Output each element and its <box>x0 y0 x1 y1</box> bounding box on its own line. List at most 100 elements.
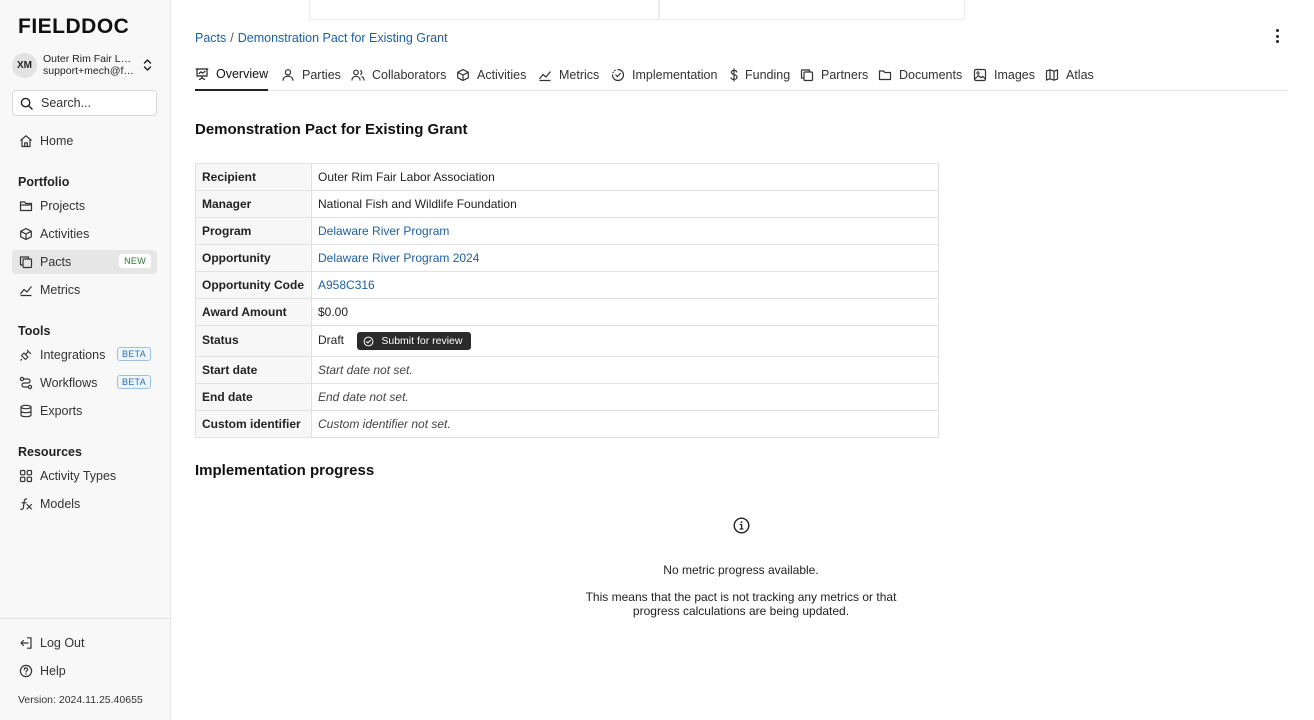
tab-metrics[interactable]: Metrics <box>538 58 599 91</box>
sidebar: FIELDDOC XM Outer Rim Fair Labor Associa… <box>0 0 171 720</box>
sidebar-item-pacts[interactable]: Pacts NEW <box>12 250 157 274</box>
org-avatar: XM <box>12 52 37 78</box>
check-circle-icon <box>363 336 374 347</box>
sidebar-item-label: Pacts <box>40 255 72 269</box>
row-label: Award Amount <box>195 298 312 326</box>
table-row: Award Amount $0.00 <box>195 298 939 326</box>
tab-funding[interactable]: Funding <box>727 58 790 91</box>
tab-collaborators[interactable]: Collaborators <box>351 58 446 91</box>
cube-icon <box>19 227 33 241</box>
pact-details-table: Recipient Outer Rim Fair Labor Associati… <box>195 163 939 438</box>
beta-badge: BETA <box>116 347 151 361</box>
sidebar-item-label: Workflows <box>40 376 98 390</box>
manager-value: National Fish and Wildlife Foundation <box>311 190 939 218</box>
dollar-icon <box>727 67 741 82</box>
row-label: Opportunity Code <box>195 271 312 299</box>
sidebar-item-activity-types[interactable]: Activity Types <box>12 464 157 488</box>
search-input[interactable]: Search... <box>12 90 157 116</box>
help-button[interactable]: Help <box>12 659 157 683</box>
submit-for-review-label: Submit for review <box>381 335 463 347</box>
row-label: Start date <box>195 356 312 384</box>
opportunity-code-link[interactable]: A958C316 <box>318 278 375 292</box>
sidebar-item-integrations[interactable]: Integrations BETA <box>12 343 157 367</box>
tab-implementation[interactable]: Implementation <box>611 58 717 91</box>
app-logo[interactable]: FIELDDOC <box>18 15 129 39</box>
sidebar-item-exports[interactable]: Exports <box>12 399 157 423</box>
tab-overview[interactable]: Overview <box>195 58 269 91</box>
section-title-tools: Tools <box>18 324 51 338</box>
function-icon <box>19 497 33 511</box>
breadcrumb-current-link[interactable]: Demonstration Pact for Existing Grant <box>238 31 448 45</box>
start-date-value: Start date not set. <box>311 356 939 384</box>
status-value: Draft <box>318 333 345 348</box>
table-row: Status Draft Submit for review <box>195 325 939 357</box>
sidebar-item-workflows[interactable]: Workflows BETA <box>12 371 157 395</box>
row-label: Program <box>195 217 312 245</box>
sidebar-item-metrics[interactable]: Metrics <box>12 278 157 302</box>
row-label: Recipient <box>195 163 312 191</box>
tab-activities[interactable]: Activities <box>456 58 526 91</box>
user-icon <box>281 68 295 82</box>
opportunity-link[interactable]: Delaware River Program 2024 <box>318 251 479 265</box>
folder-icon <box>878 68 892 82</box>
presentation-icon <box>195 67 209 81</box>
award-amount-value: $0.00 <box>311 298 939 326</box>
trend-icon <box>538 68 552 82</box>
tab-partners[interactable]: Partners <box>800 58 868 91</box>
table-row: End date End date not set. <box>195 383 939 411</box>
org-switcher[interactable]: XM Outer Rim Fair Labor Association supp… <box>12 51 158 79</box>
top-card-stub <box>659 0 965 20</box>
tab-label: Collaborators <box>372 67 447 82</box>
grid-icon <box>19 469 33 483</box>
submit-for-review-button[interactable]: Submit for review <box>357 332 472 350</box>
page-title: Demonstration Pact for Existing Grant <box>195 121 468 138</box>
search-icon <box>20 97 33 110</box>
tab-images[interactable]: Images <box>973 58 1035 91</box>
sidebar-item-label: Exports <box>40 404 83 418</box>
sidebar-item-label: Integrations <box>40 348 106 362</box>
org-email: support+mech@fielddoc.org <box>43 65 135 77</box>
custom-identifier-value: Custom identifier not set. <box>311 410 939 438</box>
main-content: Pacts / Demonstration Pact for Existing Gr… <box>171 0 1314 720</box>
sidebar-divider <box>0 618 170 619</box>
tab-documents[interactable]: Documents <box>878 58 962 91</box>
beta-badge: BETA <box>116 375 151 389</box>
tab-label: Images <box>994 67 1035 82</box>
logout-icon <box>19 636 33 650</box>
new-badge: NEW <box>119 254 151 268</box>
breadcrumb-pacts-link[interactable]: Pacts <box>195 31 226 45</box>
folder-icon <box>19 199 33 213</box>
tab-label: Atlas <box>1066 67 1094 82</box>
trend-icon <box>19 283 33 297</box>
tab-label: Parties <box>302 67 341 82</box>
sidebar-item-projects[interactable]: Projects <box>12 194 157 218</box>
tab-label: Metrics <box>559 67 600 82</box>
chevron-up-down-icon[interactable] <box>141 57 153 73</box>
tab-parties[interactable]: Parties <box>281 58 341 91</box>
implementation-progress-title: Implementation progress <box>195 462 375 479</box>
workflow-icon <box>19 376 33 390</box>
section-title-portfolio: Portfolio <box>18 175 70 189</box>
home-icon <box>19 134 33 148</box>
org-name: Outer Rim Fair Labor Association <box>43 53 135 65</box>
tab-atlas[interactable]: Atlas <box>1045 58 1094 91</box>
logout-button[interactable]: Log Out <box>12 631 157 655</box>
table-row: Start date Start date not set. <box>195 356 939 384</box>
row-label: Custom identifier <box>195 410 312 438</box>
sidebar-item-label: Activities <box>40 227 90 241</box>
program-link[interactable]: Delaware River Program <box>318 224 449 238</box>
sidebar-item-home[interactable]: Home <box>12 129 157 153</box>
sidebar-item-activities[interactable]: Activities <box>12 222 157 246</box>
progress-check-icon <box>611 68 625 82</box>
sidebar-item-label: Models <box>40 497 81 511</box>
table-row: Recipient Outer Rim Fair Labor Associati… <box>195 163 939 191</box>
sidebar-item-models[interactable]: Models <box>12 492 157 516</box>
tab-label: Activities <box>477 67 527 82</box>
map-icon <box>1045 68 1059 82</box>
row-label: Manager <box>195 190 312 218</box>
more-options-icon[interactable] <box>1271 28 1283 44</box>
sidebar-item-label: Home <box>40 134 74 148</box>
table-row: Opportunity Code A958C316 <box>195 271 939 299</box>
breadcrumb-separator: / <box>230 31 234 45</box>
info-icon <box>733 517 750 534</box>
